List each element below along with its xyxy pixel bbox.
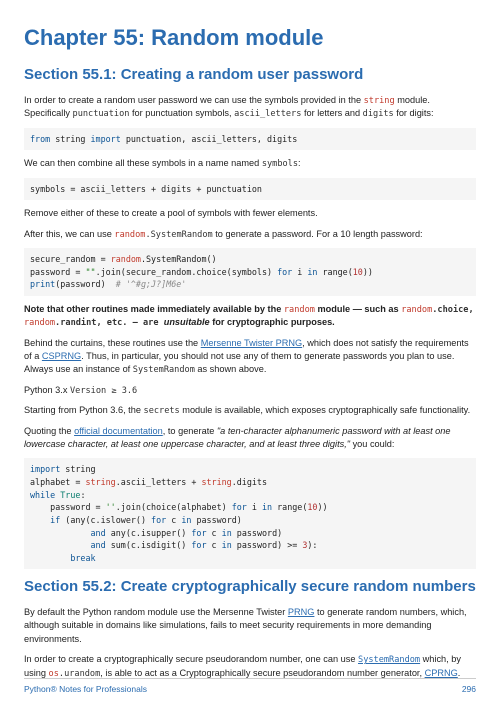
version-badge: Version ≥ 3.6 [70, 386, 137, 396]
code-block: import string alphabet = string.ascii_le… [24, 458, 476, 569]
code-inline: punctuation [73, 109, 130, 119]
code-inline: digits [363, 109, 394, 119]
code-inline: secrets [144, 406, 180, 416]
footer-left: Python® Notes for Professionals [24, 683, 147, 695]
code-inline: ascii_letters [234, 109, 301, 119]
paragraph: We can then combine all these symbols in… [24, 157, 476, 170]
code-inline: SystemRandom [133, 365, 195, 375]
code-inline: .SystemRandom [145, 230, 212, 240]
page-footer: Python® Notes for Professionals 296 [24, 678, 476, 695]
link-mersenne[interactable]: Mersenne Twister PRNG [201, 338, 302, 348]
page-number: 296 [462, 683, 476, 695]
code-inline: string [364, 96, 395, 106]
paragraph: Quoting the official documentation, to g… [24, 425, 476, 452]
code-block: from string import punctuation, ascii_le… [24, 128, 476, 151]
paragraph: In order to create a random user passwor… [24, 94, 476, 121]
paragraph: By default the Python random module use … [24, 606, 476, 646]
chapter-title: Chapter 55: Random module [24, 22, 476, 54]
code-inline: random [24, 318, 55, 328]
link-docs[interactable]: official documentation [74, 426, 163, 436]
paragraph: After this, we can use random.SystemRand… [24, 228, 476, 241]
code-block: symbols = ascii_letters + digits + punct… [24, 178, 476, 201]
note-paragraph: Note that other routines made immediatel… [24, 303, 476, 330]
code-inline: random [284, 305, 315, 315]
paragraph: Behind the curtains, these routines use … [24, 337, 476, 377]
code-inline: random [401, 305, 432, 315]
link-csprng[interactable]: CSPRNG [42, 351, 81, 361]
code-inline: random [114, 230, 145, 240]
section-2-title: Section 55.2: Create cryptographically s… [24, 576, 476, 598]
link-prng[interactable]: PRNG [288, 607, 315, 617]
section-1-title: Section 55.1: Creating a random user pas… [24, 64, 476, 86]
paragraph: Starting from Python 3.6, the secrets mo… [24, 404, 476, 417]
paragraph: Python 3.x Version ≥ 3.6 [24, 384, 476, 397]
link-systemrandom[interactable]: SystemRandom [358, 655, 420, 665]
paragraph: Remove either of these to create a pool … [24, 207, 476, 220]
paragraph: In order to create a cryptographically s… [24, 653, 476, 680]
code-block: secure_random = random.SystemRandom() pa… [24, 248, 476, 296]
link-cprng[interactable]: CPRNG [425, 668, 458, 678]
code-inline: symbols [262, 159, 298, 169]
